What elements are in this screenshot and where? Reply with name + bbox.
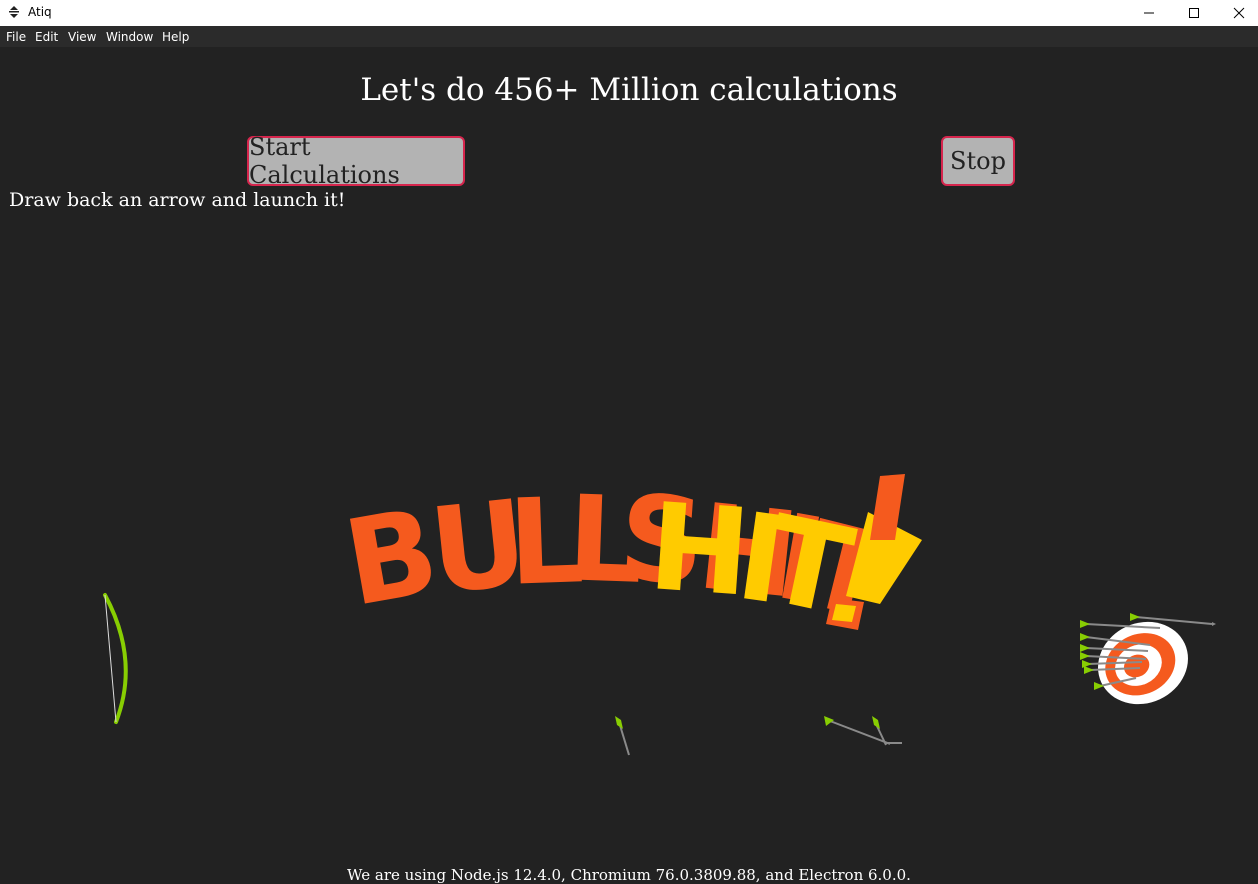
arrow-stuck-fletching bbox=[1130, 613, 1140, 621]
arrow-missed-fletching bbox=[824, 716, 834, 726]
arrow-stuck-fletching bbox=[1080, 652, 1090, 660]
arrow-stuck-fletching bbox=[1082, 660, 1092, 668]
version-footer: We are using Node.js 12.4.0, Chromium 76… bbox=[347, 866, 911, 884]
arrow-missed-fletching bbox=[615, 716, 623, 729]
arrow-stuck-fletching bbox=[1080, 644, 1090, 652]
feedback-text: B U L L S H I T H I T bbox=[335, 468, 922, 648]
bow-limb bbox=[103, 593, 128, 724]
game-stage[interactable]: B U L L S H I T H I T bbox=[0, 0, 1258, 884]
arrow-missed-fletching bbox=[872, 716, 880, 729]
arrow-stuck-fletching bbox=[1080, 633, 1090, 641]
bow[interactable] bbox=[103, 593, 128, 724]
exclamation-dot-inner bbox=[832, 604, 856, 622]
arrow-stuck-fletching bbox=[1080, 620, 1090, 628]
arrow-stuck-head bbox=[1212, 622, 1216, 626]
missed-arrows bbox=[615, 716, 902, 756]
arrow-stuck-fletching bbox=[1084, 666, 1094, 674]
